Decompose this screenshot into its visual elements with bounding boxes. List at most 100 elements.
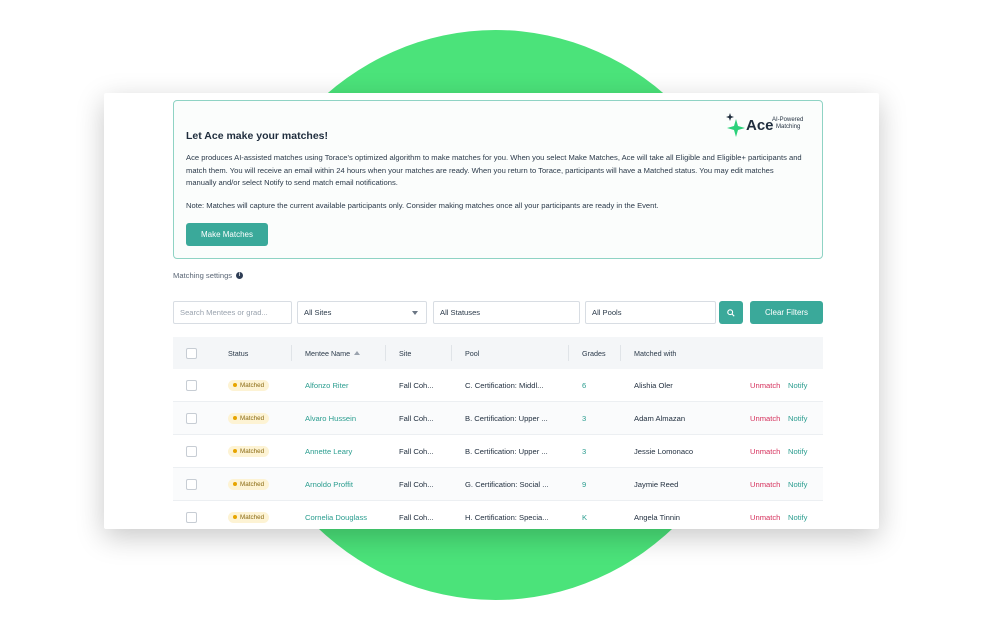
row-checkbox[interactable] <box>186 478 197 490</box>
grades-cell: 3 <box>582 413 587 423</box>
row-checkbox[interactable] <box>186 511 197 523</box>
unmatch-link[interactable]: Unmatch <box>750 435 780 467</box>
column-divider <box>568 345 569 361</box>
search-input[interactable]: Search Mentees or grad... <box>173 301 292 324</box>
ace-logo-word: Ace <box>746 117 774 134</box>
column-divider <box>451 345 452 361</box>
unmatch-link[interactable]: Unmatch <box>750 501 780 529</box>
search-button[interactable] <box>719 301 743 324</box>
table-row: Matched Alfonzo Riter Fall Coh... C. Cer… <box>173 369 823 402</box>
notify-link[interactable]: Notify <box>788 369 807 401</box>
ace-promo-panel: Ace AI-Powered Matching Let Ace make you… <box>173 100 823 259</box>
make-matches-button[interactable]: Make Matches <box>186 223 268 246</box>
column-divider <box>385 345 386 361</box>
clear-filters-button[interactable]: Clear Filters <box>750 301 823 324</box>
header-grades[interactable]: Grades <box>582 337 606 369</box>
matched-with-cell: Jessie Lomonaco <box>634 446 694 456</box>
status-badge: Matched <box>228 478 270 490</box>
ace-tagline-line1: AI-Powered <box>772 117 804 123</box>
row-checkbox[interactable] <box>186 379 197 391</box>
grades-cell: 9 <box>582 479 587 489</box>
sites-dropdown-value: All Sites <box>304 308 332 317</box>
select-all-cell <box>186 337 197 369</box>
sparkle-icon <box>726 113 745 137</box>
notify-link[interactable]: Notify <box>788 435 807 467</box>
site-cell: Fall Coh... <box>399 413 434 423</box>
site-cell: Fall Coh... <box>399 446 434 456</box>
mentee-name-link[interactable]: Alfonzo Riter <box>305 369 348 401</box>
site-cell: Fall Coh... <box>399 479 434 489</box>
table-row: Matched Cornelia Douglass Fall Coh... H.… <box>173 501 823 529</box>
promo-note: Note: Matches will capture the current a… <box>186 201 659 210</box>
matches-table: Status Mentee Name Site Pool Grades Matc… <box>173 337 823 529</box>
matched-with-cell: Adam Almazan <box>634 413 686 423</box>
unmatch-link[interactable]: Unmatch <box>750 369 780 401</box>
notify-link[interactable]: Notify <box>788 402 807 434</box>
grades-cell: 6 <box>582 380 587 390</box>
notify-link[interactable]: Notify <box>788 468 807 500</box>
matched-with-cell: Jaymie Reed <box>634 479 679 489</box>
table-row: Matched Arnoldo Proffit Fall Coh... G. C… <box>173 468 823 501</box>
pool-cell: C. Certification: Middl... <box>465 380 544 390</box>
column-divider <box>291 345 292 361</box>
header-mentee-name[interactable]: Mentee Name <box>305 337 361 369</box>
notify-link[interactable]: Notify <box>788 501 807 529</box>
table-row: Matched Alvaro Hussein Fall Coh... B. Ce… <box>173 402 823 435</box>
row-select-cell <box>186 501 197 529</box>
matched-with-cell: Angela Tinnin <box>634 512 681 522</box>
status-badge: Matched <box>228 379 270 391</box>
sort-ascending-icon <box>354 351 361 355</box>
status-dot <box>233 416 237 420</box>
mentee-name-link[interactable]: Arnoldo Proffit <box>305 468 353 500</box>
status-dot <box>233 383 237 387</box>
status-cell: Matched <box>228 435 270 467</box>
select-all-checkbox[interactable] <box>186 347 197 359</box>
status-badge: Matched <box>228 445 270 457</box>
mentee-name-link[interactable]: Cornelia Douglass <box>305 501 367 529</box>
matching-settings-label: Matching settings <box>173 271 233 280</box>
info-icon[interactable]: i <box>236 272 244 279</box>
row-checkbox[interactable] <box>186 445 197 457</box>
matched-with-cell: Alishia Oler <box>634 380 673 390</box>
header-status[interactable]: Status <box>228 337 248 369</box>
status-cell: Matched <box>228 468 270 500</box>
row-select-cell <box>186 435 197 467</box>
header-pool[interactable]: Pool <box>465 337 479 369</box>
sites-dropdown[interactable]: All Sites <box>297 301 427 324</box>
status-cell: Matched <box>228 501 270 529</box>
pools-dropdown[interactable]: All Pools <box>585 301 716 324</box>
status-cell: Matched <box>228 369 270 401</box>
statuses-dropdown[interactable]: All Statuses <box>433 301 580 324</box>
status-text: Matched <box>240 381 265 389</box>
table-row: Matched Annette Leary Fall Coh... B. Cer… <box>173 435 823 468</box>
header-site[interactable]: Site <box>399 337 411 369</box>
search-icon <box>727 308 735 317</box>
status-badge: Matched <box>228 412 270 424</box>
header-matched-with[interactable]: Matched with <box>634 337 676 369</box>
row-select-cell <box>186 402 197 434</box>
promo-title: Let Ace make your matches! <box>186 130 329 142</box>
matching-settings[interactable]: Matching settings i <box>173 271 244 280</box>
status-text: Matched <box>240 414 265 422</box>
table-header: Status Mentee Name Site Pool Grades Matc… <box>173 337 823 369</box>
grades-cell: K <box>582 512 588 522</box>
status-text: Matched <box>240 480 265 488</box>
chevron-down-icon <box>412 311 418 315</box>
mentee-name-link[interactable]: Annette Leary <box>305 435 352 467</box>
pool-cell: B. Certification: Upper ... <box>465 413 548 423</box>
status-dot <box>233 482 237 486</box>
header-mentee-name-label: Mentee Name <box>305 348 351 358</box>
site-cell: Fall Coh... <box>399 512 434 522</box>
status-dot <box>233 515 237 519</box>
promo-description: Ace produces AI-assisted matches using T… <box>186 153 802 187</box>
ace-logo-tagline: AI-Powered Matching <box>772 117 803 131</box>
statuses-dropdown-value: All Statuses <box>440 308 481 317</box>
row-select-cell <box>186 369 197 401</box>
pool-cell: B. Certification: Upper ... <box>465 446 548 456</box>
mentee-name-link[interactable]: Alvaro Hussein <box>305 402 356 434</box>
unmatch-link[interactable]: Unmatch <box>750 402 780 434</box>
pools-dropdown-value: All Pools <box>592 308 622 317</box>
status-badge: Matched <box>228 511 270 523</box>
row-checkbox[interactable] <box>186 412 197 424</box>
unmatch-link[interactable]: Unmatch <box>750 468 780 500</box>
